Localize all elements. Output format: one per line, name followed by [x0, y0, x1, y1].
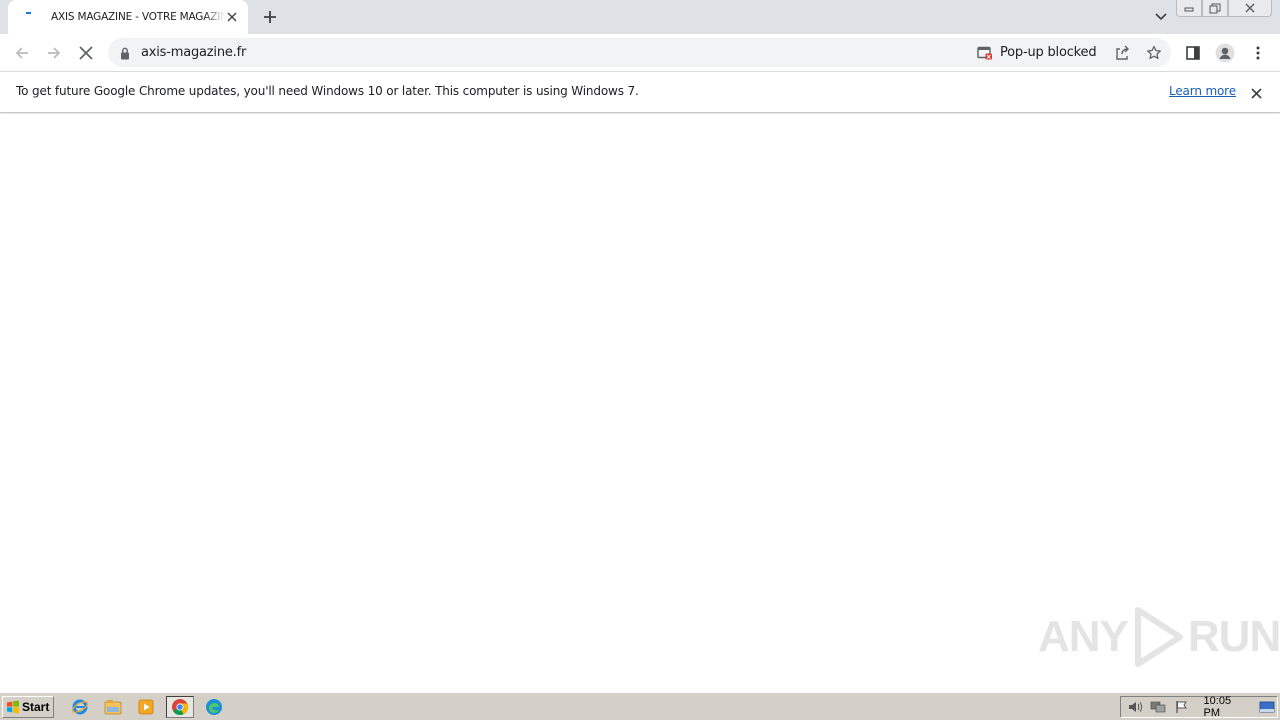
taskbar-chrome[interactable]: [166, 696, 194, 718]
side-panel-icon: [1186, 46, 1200, 60]
chrome-icon: [172, 699, 189, 715]
chevron-down-icon: [1155, 13, 1167, 21]
chrome-menu-button[interactable]: [1245, 40, 1271, 66]
minimize-icon: [1184, 7, 1194, 12]
taskbar-explorer[interactable]: [99, 696, 127, 718]
popup-blocked-chip[interactable]: Pop-up blocked: [977, 38, 1097, 67]
lock-icon[interactable]: [120, 45, 130, 64]
back-button[interactable]: [9, 40, 35, 66]
taskbar-edge[interactable]: [200, 696, 228, 718]
file-explorer-icon: [104, 700, 122, 715]
infobar-message: To get future Google Chrome updates, you…: [16, 84, 639, 98]
forward-button[interactable]: [41, 40, 67, 66]
network-icon: [1150, 701, 1166, 713]
tray-network[interactable]: [1149, 698, 1169, 716]
edge-icon: [206, 699, 222, 715]
side-panel-button[interactable]: [1180, 40, 1206, 66]
restore-icon: [1209, 3, 1221, 13]
share-button[interactable]: [1112, 43, 1132, 63]
stop-loading-icon: [79, 46, 93, 60]
system-tray: 10:05 PM: [1120, 695, 1278, 719]
minimize-button[interactable]: [1176, 0, 1202, 17]
browser-toolbar: axis-magazine.fr Pop-up blocked: [0, 34, 1280, 71]
window-close-button[interactable]: [1228, 0, 1272, 17]
bookmark-button[interactable]: [1144, 43, 1164, 63]
start-label: Start: [22, 700, 50, 714]
taskbar-ie[interactable]: [66, 696, 94, 718]
kebab-menu-icon: [1256, 46, 1260, 60]
popup-blocked-label: Pop-up blocked: [1000, 45, 1097, 60]
flag-icon: [1176, 701, 1187, 713]
play-logo-icon: [1134, 607, 1183, 667]
windows-taskbar: Start 10:05 PM: [0, 692, 1280, 720]
watermark-text-left: ANY: [1038, 612, 1129, 661]
site-favicon-icon: [22, 10, 36, 24]
address-bar[interactable]: axis-magazine.fr Pop-up blocked: [108, 38, 1171, 67]
windows-logo-icon: [7, 700, 19, 714]
profile-avatar-icon: [1215, 43, 1235, 63]
stop-button[interactable]: [73, 40, 99, 66]
close-icon: [1250, 87, 1262, 99]
tray-speaker[interactable]: [1125, 698, 1145, 716]
tray-action-center[interactable]: [1172, 698, 1192, 716]
windows-update-infobar: To get future Google Chrome updates, you…: [0, 71, 1280, 113]
anyrun-watermark: ANY RUN: [1038, 606, 1280, 668]
tab-close-icon[interactable]: [224, 9, 240, 25]
new-tab-button[interactable]: [258, 5, 282, 29]
back-arrow-icon: [15, 47, 28, 59]
popup-blocked-icon: [977, 46, 992, 59]
tab-title: AXIS MAGAZINE - VOTRE MAGAZINE: [51, 11, 225, 23]
star-icon: [1147, 45, 1161, 60]
show-desktop-icon: [1259, 701, 1275, 713]
show-desktop-button[interactable]: [1258, 698, 1278, 716]
share-icon: [1116, 45, 1129, 60]
url-text[interactable]: axis-magazine.fr: [141, 45, 246, 60]
infobar-close-button[interactable]: [1247, 84, 1265, 102]
learn-more-link[interactable]: Learn more: [1169, 84, 1236, 98]
profile-button[interactable]: [1212, 40, 1238, 66]
speaker-icon: [1128, 702, 1142, 712]
taskbar-clock[interactable]: 10:05 PM: [1204, 695, 1250, 719]
forward-arrow-icon: [48, 47, 61, 59]
taskbar-media-player[interactable]: [132, 696, 160, 718]
browser-tab-active[interactable]: AXIS MAGAZINE - VOTRE MAGAZINE: [8, 0, 248, 34]
start-button[interactable]: Start: [2, 696, 54, 718]
window-controls: [1176, 0, 1272, 17]
close-icon: [1245, 3, 1255, 13]
watermark-text-right: RUN: [1187, 612, 1280, 661]
plus-icon: [264, 11, 276, 23]
media-player-icon: [138, 699, 154, 715]
tab-strip: AXIS MAGAZINE - VOTRE MAGAZINE: [0, 0, 1280, 34]
tab-search-button[interactable]: [1150, 6, 1172, 28]
internet-explorer-icon: [71, 699, 89, 715]
restore-button[interactable]: [1202, 0, 1228, 17]
